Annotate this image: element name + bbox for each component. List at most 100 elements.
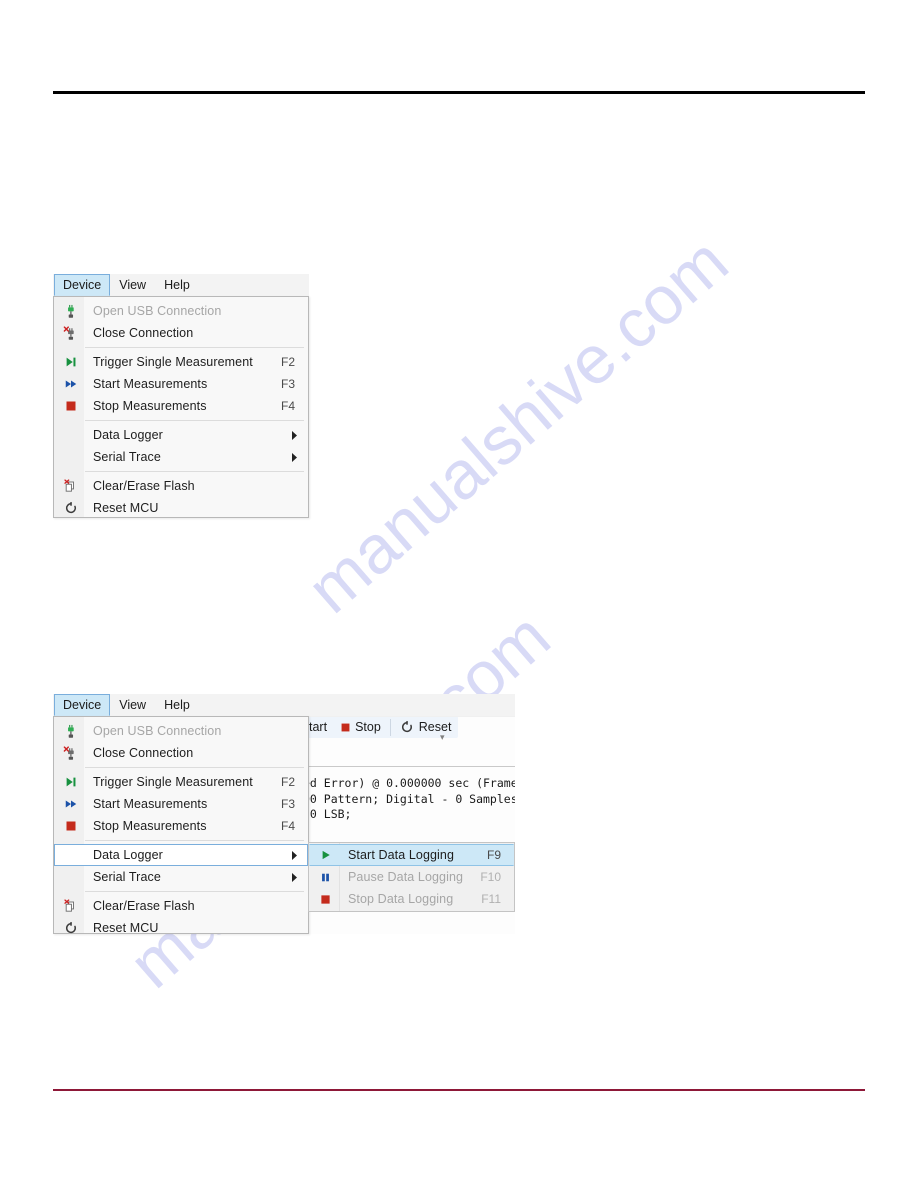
menu-item-reset-mcu[interactable]: Reset MCU (54, 917, 308, 939)
menu-item-label: Serial Trace (93, 450, 161, 464)
stop-button[interactable]: Stop (334, 716, 388, 738)
menu-item-trigger-single-measurement[interactable]: Trigger Single Measurement F2 (54, 351, 308, 373)
stop-square-icon (310, 888, 341, 910)
submenu-item-start-data-logging[interactable]: Start Data Logging F9 (309, 844, 514, 866)
submenu-item-stop-data-logging[interactable]: Stop Data Logging F11 (309, 888, 514, 910)
menubar-item-label: Help (164, 697, 190, 712)
page-header-rule (53, 91, 865, 94)
stop-square-icon (341, 723, 350, 732)
menubar-item-help[interactable]: Help (155, 274, 199, 296)
menu-item-label: Clear/Erase Flash (93, 899, 195, 913)
submenu-item-accel: F10 (480, 870, 501, 884)
menubar-item-view[interactable]: View (110, 274, 155, 296)
trigger-single-icon (55, 771, 86, 793)
menu-item-accel: F4 (280, 819, 295, 833)
menu-item-label: Trigger Single Measurement (93, 775, 253, 789)
menu-item-label: Data Logger (93, 428, 163, 442)
submenu-item-accel: F11 (481, 892, 501, 906)
fast-forward-icon (55, 373, 86, 395)
menu-item-reset-mcu[interactable]: Reset MCU (54, 497, 308, 519)
menu-item-stop-measurements[interactable]: Stop Measurements F4 (54, 815, 308, 837)
erase-flash-icon (55, 895, 86, 917)
device-dropdown-menu: Open USB Connection Close Connection Tri… (53, 296, 309, 518)
menu-item-start-measurements[interactable]: Start Measurements F3 (54, 793, 308, 815)
menu-item-accel: F3 (280, 797, 295, 811)
menu-item-clear-erase-flash[interactable]: Clear/Erase Flash (54, 475, 308, 497)
reset-button[interactable]: Reset (393, 716, 459, 738)
reset-mcu-icon (55, 497, 86, 519)
menu-item-label: Clear/Erase Flash (93, 479, 195, 493)
menu-separator (85, 347, 304, 348)
menu-item-label: Reset MCU (93, 501, 159, 515)
menubar-item-label: View (119, 277, 147, 292)
menu-item-data-logger[interactable]: Data Logger (54, 844, 308, 866)
menubar-item-help[interactable]: Help (155, 694, 199, 716)
log-line: ed Error) @ 0.000000 sec (Frame (303, 776, 515, 790)
usb-plug-close-icon (55, 322, 86, 344)
menu-separator (85, 767, 304, 768)
menu-item-clear-erase-flash[interactable]: Clear/Erase Flash (54, 895, 308, 917)
menu-item-no-icon (55, 424, 86, 446)
data-logger-submenu: Start Data Logging F9 Pause Data Logging… (308, 842, 515, 912)
menu-item-stop-measurements[interactable]: Stop Measurements F4 (54, 395, 308, 417)
toolbar-divider (389, 718, 391, 736)
log-line: 00 Pattern; Digital - 0 Samples (303, 791, 515, 806)
menubar-item-device[interactable]: Device (54, 274, 111, 296)
page-footer-rule (53, 1089, 865, 1091)
log-line: 0 LSB; (303, 807, 352, 821)
menu-item-accel: F4 (280, 399, 295, 413)
menu-separator (85, 471, 304, 472)
usb-plug-icon (55, 720, 86, 742)
device-dropdown-menu: Open USB Connection Close Connection Tri… (53, 716, 309, 935)
fast-forward-icon (55, 793, 86, 815)
pause-icon (310, 866, 341, 888)
menu-item-open-usb-connection[interactable]: Open USB Connection (54, 720, 308, 742)
reset-button-label: Reset (418, 720, 452, 734)
trigger-single-icon (55, 351, 86, 373)
submenu-item-label: Stop Data Logging (348, 892, 454, 906)
reset-mcu-icon (400, 720, 414, 734)
menu-item-open-usb-connection[interactable]: Open USB Connection (54, 300, 308, 322)
menu-item-label: Open USB Connection (93, 304, 222, 318)
submenu-item-pause-data-logging[interactable]: Pause Data Logging F10 (309, 866, 514, 888)
screenshot-device-menu-data-logger: tart Stop Reset ▾ ed Error) @ 0.000000 s… (53, 694, 515, 935)
usb-plug-icon (55, 300, 86, 322)
menu-item-label: Stop Measurements (93, 819, 207, 833)
menu-item-close-connection[interactable]: Close Connection (54, 742, 308, 764)
menu-item-accel: F3 (280, 377, 295, 391)
menubar-item-label: Help (164, 277, 190, 292)
toolbar-overflow-chevron-icon[interactable]: ▾ (440, 733, 445, 742)
menu-item-trigger-single-measurement[interactable]: Trigger Single Measurement F2 (54, 771, 308, 793)
menu-item-start-measurements[interactable]: Start Measurements F3 (54, 373, 308, 395)
reset-mcu-icon (55, 917, 86, 939)
erase-flash-icon (55, 475, 86, 497)
submenu-item-label: Start Data Logging (348, 848, 455, 862)
menu-item-label: Open USB Connection (93, 724, 222, 738)
menubar-item-view[interactable]: View (110, 694, 155, 716)
menu-item-serial-trace[interactable]: Serial Trace (54, 866, 308, 888)
menu-item-label: Data Logger (93, 848, 163, 862)
menu-item-label: Start Measurements (93, 797, 208, 811)
toolbar-bottom-rule (302, 766, 515, 767)
menu-item-label: Close Connection (93, 326, 194, 340)
submenu-item-accel: F9 (486, 848, 501, 862)
menu-item-label: Start Measurements (93, 377, 208, 391)
menu-item-serial-trace[interactable]: Serial Trace (54, 446, 308, 468)
stop-button-label: Stop (355, 720, 381, 734)
menu-item-accel: F2 (280, 355, 295, 369)
chevron-right-icon (287, 452, 307, 462)
menu-item-close-connection[interactable]: Close Connection (54, 322, 308, 344)
menu-separator (85, 420, 304, 421)
start-button-label: tart (309, 720, 328, 734)
menu-item-no-icon (55, 866, 86, 888)
menubar-item-label: Device (63, 697, 102, 712)
stop-square-icon (55, 395, 86, 417)
toolbar-button-group: tart Stop Reset (302, 716, 459, 738)
menu-item-no-icon (55, 446, 86, 468)
chevron-right-icon (287, 430, 307, 440)
watermark-text: manualshive.com (293, 223, 743, 628)
menu-item-data-logger[interactable]: Data Logger (54, 424, 308, 446)
menubar-item-device[interactable]: Device (54, 694, 111, 716)
stop-square-icon (55, 815, 86, 837)
menu-bar: Device View Help (53, 694, 515, 717)
